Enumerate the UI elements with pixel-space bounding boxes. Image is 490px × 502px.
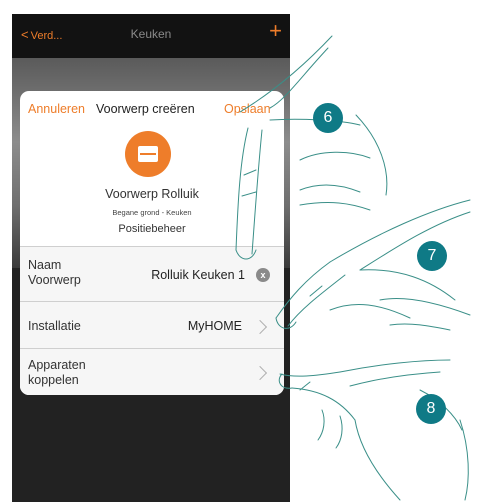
cancel-button[interactable]: Annuleren bbox=[28, 102, 85, 116]
step-badge-6: 6 bbox=[313, 103, 343, 133]
object-name-label: Naam Voorwerp bbox=[28, 258, 81, 287]
create-object-dialog: Annuleren Voorwerp creëren Opslaan Voorw… bbox=[20, 91, 284, 395]
object-name-field[interactable]: Rolluik Keuken 1 bbox=[151, 268, 245, 282]
add-button[interactable]: + bbox=[269, 20, 282, 42]
link-devices-label: Apparaten koppelen bbox=[28, 358, 86, 387]
link-devices-row[interactable]: Apparaten koppelen bbox=[20, 348, 284, 395]
object-type: Positiebeheer bbox=[118, 223, 186, 235]
save-button[interactable]: Opslaan bbox=[224, 102, 271, 116]
object-name: Voorwerp Rolluik bbox=[105, 187, 199, 201]
installation-value: MyHOME bbox=[187, 319, 242, 333]
dialog-header: Annuleren Voorwerp creëren Opslaan bbox=[20, 91, 284, 125]
chevron-right-icon bbox=[252, 365, 268, 381]
step-badge-8: 8 bbox=[416, 394, 446, 424]
page-title: Keuken bbox=[130, 27, 172, 41]
object-name-row[interactable]: Naam Voorwerp Rolluik Keuken 1 x bbox=[20, 246, 284, 301]
step-badge-7: 7 bbox=[417, 241, 447, 271]
navigation-bar: < Verd... Keuken + bbox=[12, 14, 290, 58]
installation-label: Installatie bbox=[28, 319, 81, 333]
object-location: Begane grond - Keuken bbox=[112, 208, 192, 217]
clear-icon[interactable]: x bbox=[256, 268, 270, 282]
chevron-right-icon bbox=[252, 319, 268, 335]
installation-row[interactable]: Installatie MyHOME bbox=[20, 301, 284, 348]
roller-shutter-icon bbox=[125, 131, 171, 177]
dialog-title: Voorwerp creëren bbox=[96, 102, 195, 116]
